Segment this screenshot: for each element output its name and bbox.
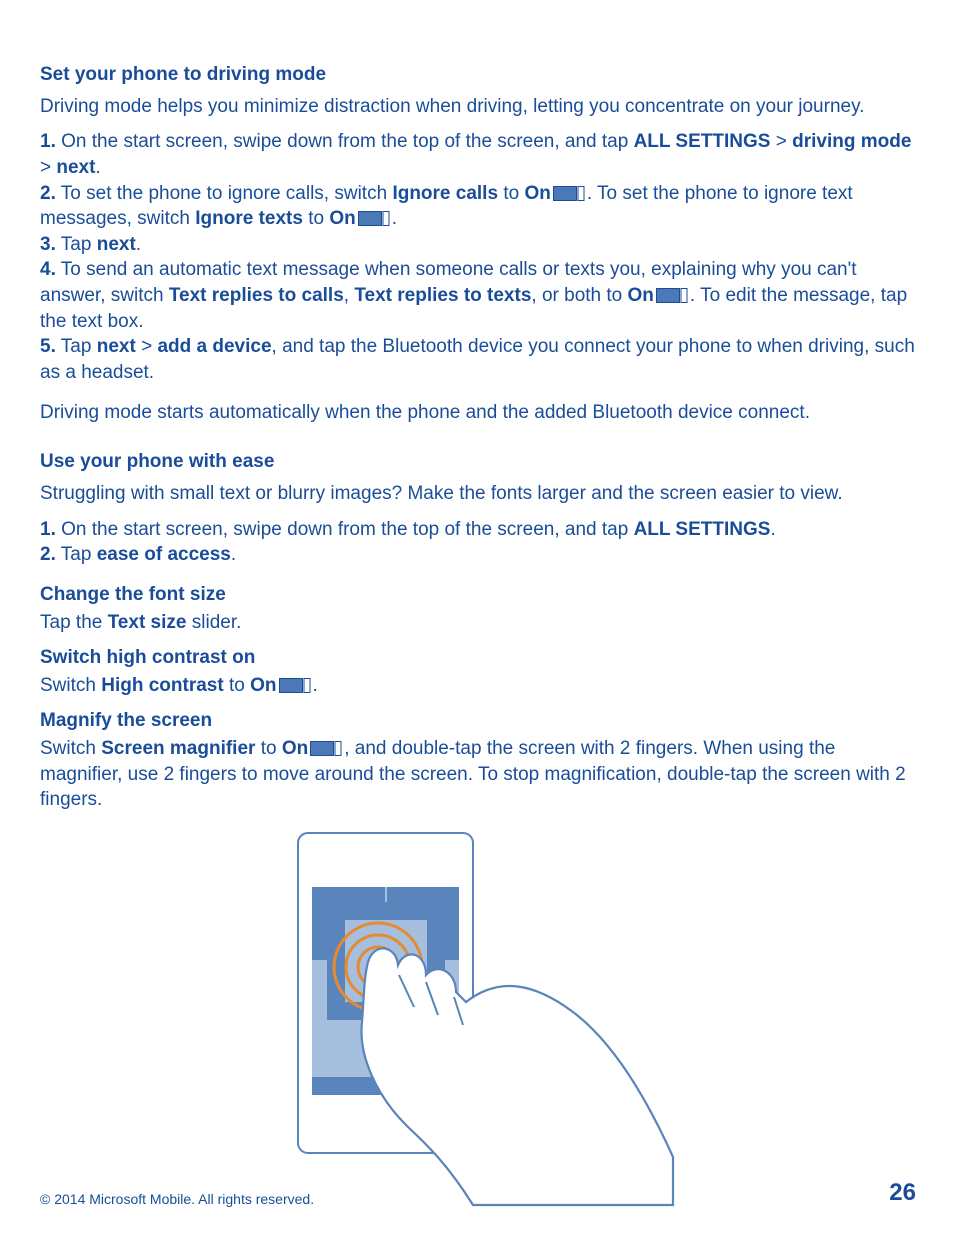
ui-label: ALL SETTINGS (634, 519, 771, 540)
step-number: 4. (40, 259, 56, 280)
ui-label: ALL SETTINGS (634, 131, 771, 152)
toggle-on-icon (279, 678, 311, 693)
ui-label: On (282, 738, 308, 759)
body-text: Struggling with small text or blurry ima… (40, 481, 916, 507)
subheading: Change the font size (40, 582, 916, 608)
instruction-list: 1. On the start screen, swipe down from … (40, 517, 916, 568)
ui-label: ease of access (97, 544, 231, 565)
body-text: slider. (186, 612, 241, 633)
step-text: . (231, 544, 236, 565)
ui-label: Text replies to calls (169, 285, 344, 306)
toggle-on-icon (310, 741, 342, 756)
body-text: Switch (40, 738, 101, 759)
instruction-list: 1. On the start screen, swipe down from … (40, 129, 916, 385)
ui-label: On (250, 675, 276, 696)
ui-label: Ignore texts (195, 208, 303, 229)
step-text: , (344, 285, 355, 306)
magnify-illustration (278, 827, 678, 1207)
ui-label: On (628, 285, 654, 306)
toggle-on-icon (553, 186, 585, 201)
instruction-step: 3. Tap next. (40, 232, 916, 258)
toggle-on-icon (358, 211, 390, 226)
step-number: 1. (40, 131, 56, 152)
step-text: . (136, 234, 141, 255)
instruction-step: 5. Tap next > add a device, and tap the … (40, 334, 916, 385)
step-text: To set the phone to ignore calls, switch (56, 183, 393, 204)
step-text: . (770, 519, 775, 540)
body-text: to (255, 738, 281, 759)
ui-label: Screen magnifier (101, 738, 255, 759)
ui-label: On (329, 208, 355, 229)
ui-label: driving mode (792, 131, 911, 152)
ui-label: next (56, 157, 95, 178)
ui-label: On (524, 183, 550, 204)
ui-label: Text size (108, 612, 187, 633)
ui-label: next (97, 336, 136, 357)
subheading: Magnify the screen (40, 708, 916, 734)
document-page: Set your phone to driving mode Driving m… (0, 0, 954, 1207)
step-text: On the start screen, swipe down from the… (56, 519, 634, 540)
step-number: 1. (40, 519, 56, 540)
ui-label: High contrast (101, 675, 223, 696)
step-text: Tap (56, 544, 97, 565)
step-number: 2. (40, 183, 56, 204)
step-text: On the start screen, swipe down from the… (56, 131, 634, 152)
separator: > (136, 336, 158, 357)
step-text: Tap (56, 234, 97, 255)
body-text: Tap the Text size slider. (40, 610, 916, 636)
ui-label: Ignore calls (392, 183, 498, 204)
separator: > (770, 131, 792, 152)
step-text: . (392, 208, 397, 229)
body-text: to (224, 675, 250, 696)
step-text: , or both to (531, 285, 627, 306)
instruction-step: 2. To set the phone to ignore calls, swi… (40, 181, 916, 232)
section-heading: Use your phone with ease (40, 449, 916, 475)
page-footer: © 2014 Microsoft Mobile. All rights rese… (40, 1179, 916, 1207)
page-number: 26 (889, 1179, 916, 1207)
instruction-step: 4. To send an automatic text message whe… (40, 257, 916, 334)
body-text: Tap the (40, 612, 108, 633)
body-text: . (313, 675, 318, 696)
step-number: 2. (40, 544, 56, 565)
body-text: Switch Screen magnifier to On, and doubl… (40, 736, 916, 813)
step-number: 3. (40, 234, 56, 255)
body-text: Switch (40, 675, 101, 696)
ui-label: next (97, 234, 136, 255)
step-text: Tap (56, 336, 97, 357)
instruction-step: 2. Tap ease of access. (40, 542, 916, 568)
body-text: Switch High contrast to On. (40, 673, 916, 699)
step-text: to (498, 183, 524, 204)
separator: > (40, 157, 56, 178)
toggle-on-icon (656, 288, 688, 303)
step-text: to (303, 208, 329, 229)
ui-label: Text replies to texts (354, 285, 531, 306)
instruction-step: 1. On the start screen, swipe down from … (40, 517, 916, 543)
instruction-step: 1. On the start screen, swipe down from … (40, 129, 916, 180)
subheading: Switch high contrast on (40, 645, 916, 671)
section-heading: Set your phone to driving mode (40, 62, 916, 88)
step-number: 5. (40, 336, 56, 357)
copyright-text: © 2014 Microsoft Mobile. All rights rese… (40, 1191, 314, 1207)
body-text: Driving mode helps you minimize distract… (40, 94, 916, 120)
step-text: . (95, 157, 100, 178)
body-text: Driving mode starts automatically when t… (40, 400, 916, 426)
ui-label: add a device (157, 336, 271, 357)
